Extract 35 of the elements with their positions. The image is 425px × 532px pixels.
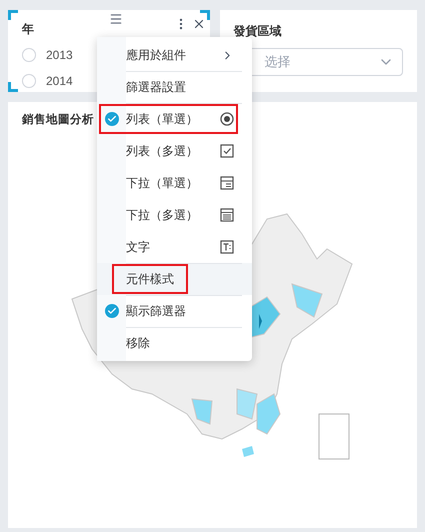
menu-item[interactable]: 下拉（單選）: [97, 167, 252, 199]
menu-item[interactable]: 移除: [97, 327, 252, 359]
filter-title: 年: [22, 21, 34, 38]
menu-item[interactable]: 列表（單選）: [97, 103, 252, 135]
menu-item-label: 元件樣式: [114, 266, 186, 292]
menu-item[interactable]: 列表（多選）: [97, 135, 252, 167]
checkbox-icon: [220, 144, 234, 158]
menu-item[interactable]: 顯示篩選器: [97, 295, 252, 327]
menu-item-label: 文字: [126, 239, 150, 256]
menu-item[interactable]: 下拉（多選）: [97, 199, 252, 231]
menu-item-label: 顯示篩選器: [126, 303, 186, 320]
dropdown-icon: [220, 176, 234, 190]
radio-icon: [220, 112, 234, 126]
selection-corner: [200, 10, 210, 20]
drag-handle-icon[interactable]: [109, 12, 123, 26]
menu-item-label: 下拉（多選）: [126, 207, 198, 224]
list-icon: [220, 208, 234, 222]
menu-item-label: 應用於組件: [126, 47, 186, 64]
selection-corner: [8, 82, 18, 92]
option-label: 2013: [46, 47, 73, 64]
card-title: 銷售地圖分析: [22, 112, 94, 128]
menu-item-label: 列表（多選）: [126, 143, 198, 160]
menu-item-label: 移除: [126, 335, 150, 352]
menu-item-label: 列表（單選）: [126, 111, 198, 128]
menu-item[interactable]: 文字: [97, 231, 252, 263]
menu-item-label: 下拉（單選）: [126, 175, 198, 192]
close-icon[interactable]: [192, 17, 206, 31]
text-box-icon: [220, 240, 234, 254]
option-label: 2014: [46, 73, 73, 90]
radio-button[interactable]: [22, 48, 36, 62]
radio-button[interactable]: [22, 74, 36, 88]
menu-item-label: 篩選器設置: [126, 79, 186, 96]
menu-item[interactable]: 元件樣式: [97, 263, 252, 295]
filter-title: 發貨區域: [234, 23, 282, 40]
selection-corner: [8, 10, 18, 20]
